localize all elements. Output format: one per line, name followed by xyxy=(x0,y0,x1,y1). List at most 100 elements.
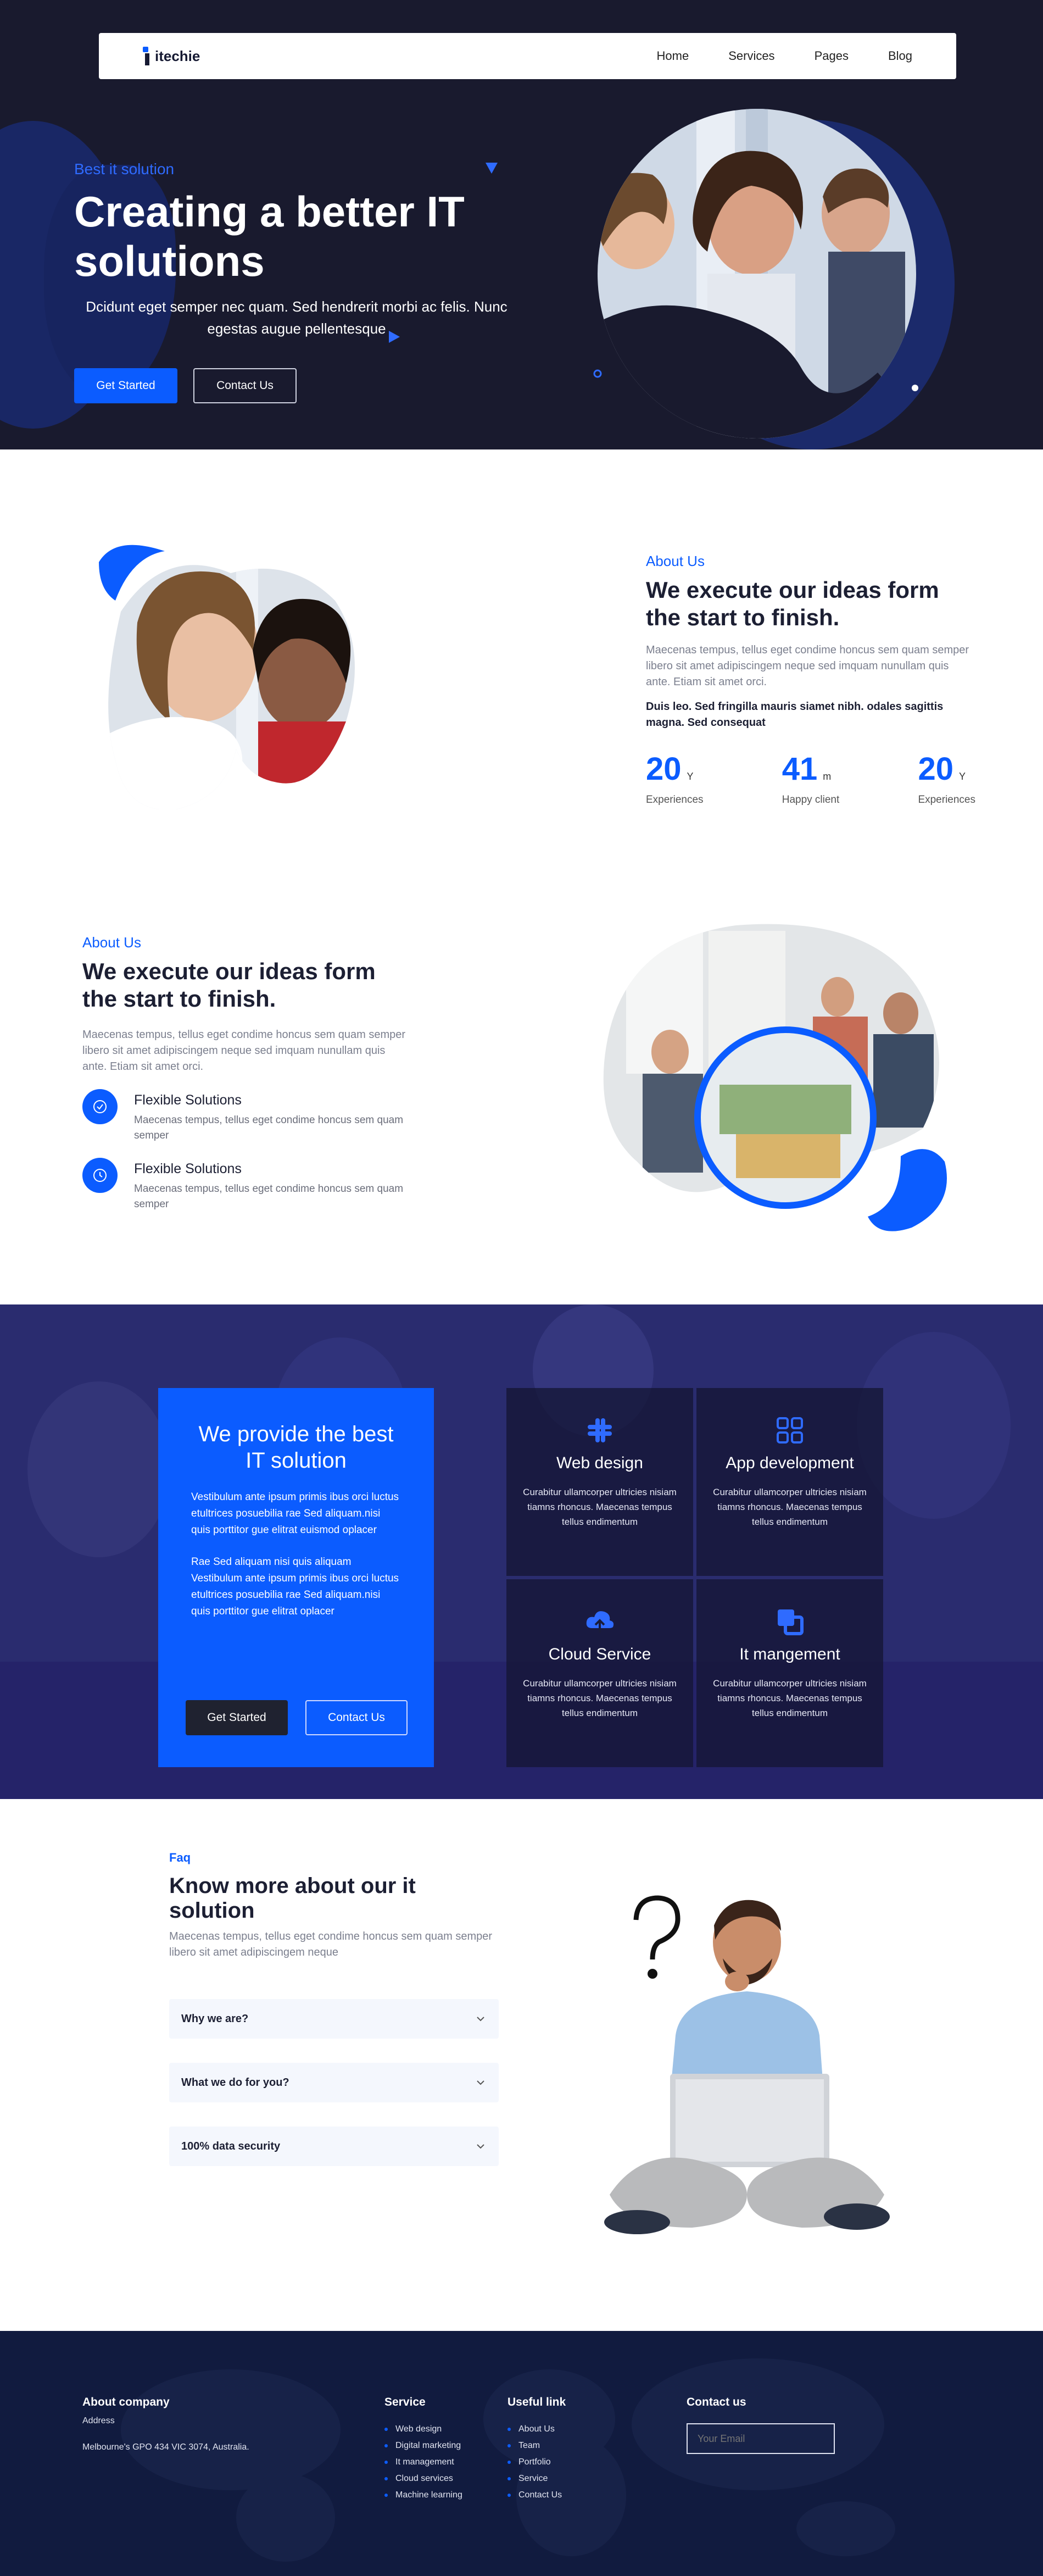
hero-section: itechie Home Services Pages Blog Best it… xyxy=(0,0,1043,449)
footer-link[interactable]: Cloud services xyxy=(384,2470,494,2487)
nav-item-services[interactable]: Services xyxy=(728,49,774,63)
services-grid: Web design Curabitur ullamcorper ultrici… xyxy=(506,1388,883,1767)
footer-heading: Contact us xyxy=(687,2396,746,2408)
service-card-app-development[interactable]: App development Curabitur ullamcorper ul… xyxy=(696,1388,883,1576)
about-description: Maecenas tempus, tellus eget condime hon… xyxy=(646,644,969,688)
stat-label: Experiences xyxy=(646,794,704,806)
stats-row: 20 Y Experiences 41 m Happy client 20 Y Exp… xyxy=(646,751,975,806)
faq-item[interactable]: Why we are? xyxy=(169,1999,499,2039)
get-started-button[interactable]: Get Started xyxy=(74,368,177,403)
get-started-button[interactable]: Get Started xyxy=(186,1700,288,1735)
faq-description: Maecenas tempus, tellus eget condime hon… xyxy=(169,1930,493,1958)
service-card-web-design[interactable]: Web design Curabitur ullamcorper ultrici… xyxy=(506,1388,693,1576)
triangle-decor-icon xyxy=(486,163,498,174)
footer-link[interactable]: Team xyxy=(507,2438,617,2454)
faq-section: Faq Know more about our it solution Maec… xyxy=(0,1799,1043,2331)
logo-mark-icon xyxy=(143,47,152,65)
stat-number: 20 xyxy=(646,751,682,787)
contact-us-button[interactable]: Contact Us xyxy=(305,1700,408,1735)
stat-label: Experiences xyxy=(918,794,975,806)
chevron-down-icon xyxy=(477,2017,484,2022)
service-description: Curabitur ullamcorper ultricies nisiam t… xyxy=(523,1678,677,1718)
footer-col-service: Service Web design Digital marketing It … xyxy=(384,2396,494,2503)
footer: About company Address Melbourne's GPO 43… xyxy=(0,2331,1043,2576)
service-description: Curabitur ullamcorper ultricies nisiam t… xyxy=(713,1487,867,1527)
clock-icon xyxy=(82,1158,118,1193)
footer-heading: About company xyxy=(82,2396,170,2408)
services-paragraph: Vestibulum ante ipsum primis ibus orci l… xyxy=(191,1491,399,1536)
footer-heading: Service xyxy=(384,2396,426,2408)
about-section-2: About Us We execute our ideas form the s… xyxy=(0,900,1043,1304)
logo[interactable]: itechie xyxy=(143,47,200,65)
about-text-block: About Us We execute our ideas form the s… xyxy=(82,934,412,1212)
hero-title: Creating a better IT solutions xyxy=(74,187,465,285)
stat-label: Happy client xyxy=(782,794,840,806)
about-text-block: About Us We execute our ideas form the s… xyxy=(646,553,975,806)
stat-item: 20 Y Experiences xyxy=(646,751,704,806)
about-title: We execute our ideas form the start to f… xyxy=(82,958,376,1012)
check-icon xyxy=(82,1089,118,1124)
feature-item: Flexible Solutions Maecenas tempus, tell… xyxy=(82,1158,412,1212)
nav-item-blog[interactable]: Blog xyxy=(888,49,912,63)
footer-heading: Useful link xyxy=(507,2396,566,2408)
footer-link[interactable]: Web design xyxy=(384,2421,494,2438)
feature-description: Maecenas tempus, tellus eget condime hon… xyxy=(134,1114,404,1141)
stat-unit: m xyxy=(823,771,832,782)
footer-link[interactable]: It management xyxy=(384,2454,494,2470)
services-paragraph: Rae Sed aliquam nisi quis aliquam Vestib… xyxy=(191,1556,399,1617)
service-card-it-management[interactable]: It mangement Curabitur ullamcorper ultri… xyxy=(696,1579,883,1767)
about-kicker: About Us xyxy=(646,553,705,569)
stat-number: 20 xyxy=(918,751,953,787)
office-team-photo xyxy=(603,924,947,1231)
about-kicker: About Us xyxy=(82,934,141,951)
about-highlight: Duis leo. Sed fringilla mauris siamet ni… xyxy=(646,701,944,729)
nav-item-pages[interactable]: Pages xyxy=(815,49,849,63)
logo-text: itechie xyxy=(155,47,200,64)
services-section: We provide the best IT solution Vestibul… xyxy=(0,1304,1043,1799)
contact-us-button[interactable]: Contact Us xyxy=(193,368,297,403)
footer-address-label: Address xyxy=(82,2416,115,2425)
layers-icon xyxy=(710,1606,870,1637)
feature-title: Flexible Solutions xyxy=(134,1161,242,1176)
apps-grid-icon xyxy=(710,1414,870,1446)
footer-link[interactable]: Digital marketing xyxy=(384,2438,494,2454)
service-title: Web design xyxy=(556,1454,643,1472)
feature-description: Maecenas tempus, tellus eget condime hon… xyxy=(134,1183,404,1210)
footer-link[interactable]: Contact Us xyxy=(507,2487,617,2503)
services-title: We provide the best IT solution xyxy=(198,1422,394,1473)
stat-unit: Y xyxy=(687,771,694,782)
hero-kicker: Best it solution xyxy=(74,160,175,177)
footer-link[interactable]: Service xyxy=(507,2470,617,2487)
hero-description: Dcidunt eget semper nec quam. Sed hendre… xyxy=(86,298,507,337)
cloud-upload-icon xyxy=(520,1606,680,1637)
faq-list: Why we are? What we do for you? 100% dat… xyxy=(169,1999,499,2166)
faq-text-block: Faq Know more about our it solution Maec… xyxy=(169,1851,499,2190)
email-field[interactable] xyxy=(687,2423,835,2454)
nav-item-home[interactable]: Home xyxy=(657,49,689,63)
service-title: Cloud Service xyxy=(548,1645,651,1663)
hero-team-photo xyxy=(593,109,955,449)
footer-col-contact: Contact us xyxy=(687,2396,862,2454)
service-title: App development xyxy=(726,1454,854,1472)
footer-col-useful: Useful link About Us Team Portfolio Serv… xyxy=(507,2396,617,2503)
about-title: We execute our ideas form the start to f… xyxy=(646,577,939,630)
service-card-cloud-service[interactable]: Cloud Service Curabitur ullamcorper ultr… xyxy=(506,1579,693,1767)
faq-question: Why we are? xyxy=(181,2012,249,2025)
about-description: Maecenas tempus, tellus eget condime hon… xyxy=(82,1029,406,1073)
stat-unit: Y xyxy=(958,771,966,782)
faq-item[interactable]: 100% data security xyxy=(169,2127,499,2166)
faq-question: What we do for you? xyxy=(181,2076,289,2089)
chevron-down-icon xyxy=(477,2144,484,2149)
footer-link[interactable]: Portfolio xyxy=(507,2454,617,2470)
chevron-down-icon xyxy=(477,2080,484,2085)
footer-link[interactable]: About Us xyxy=(507,2421,617,2438)
faq-item[interactable]: What we do for you? xyxy=(169,2063,499,2102)
service-description: Curabitur ullamcorper ultricies nisiam t… xyxy=(713,1678,867,1718)
stat-item: 20 Y Experiences xyxy=(918,751,975,806)
slack-icon xyxy=(520,1414,680,1446)
feature-title: Flexible Solutions xyxy=(134,1092,242,1108)
footer-link[interactable]: Machine learning xyxy=(384,2487,494,2503)
faq-title: Know more about our it solution xyxy=(169,1874,416,1923)
stat-number: 41 xyxy=(782,751,818,787)
service-description: Curabitur ullamcorper ultricies nisiam t… xyxy=(523,1487,677,1527)
